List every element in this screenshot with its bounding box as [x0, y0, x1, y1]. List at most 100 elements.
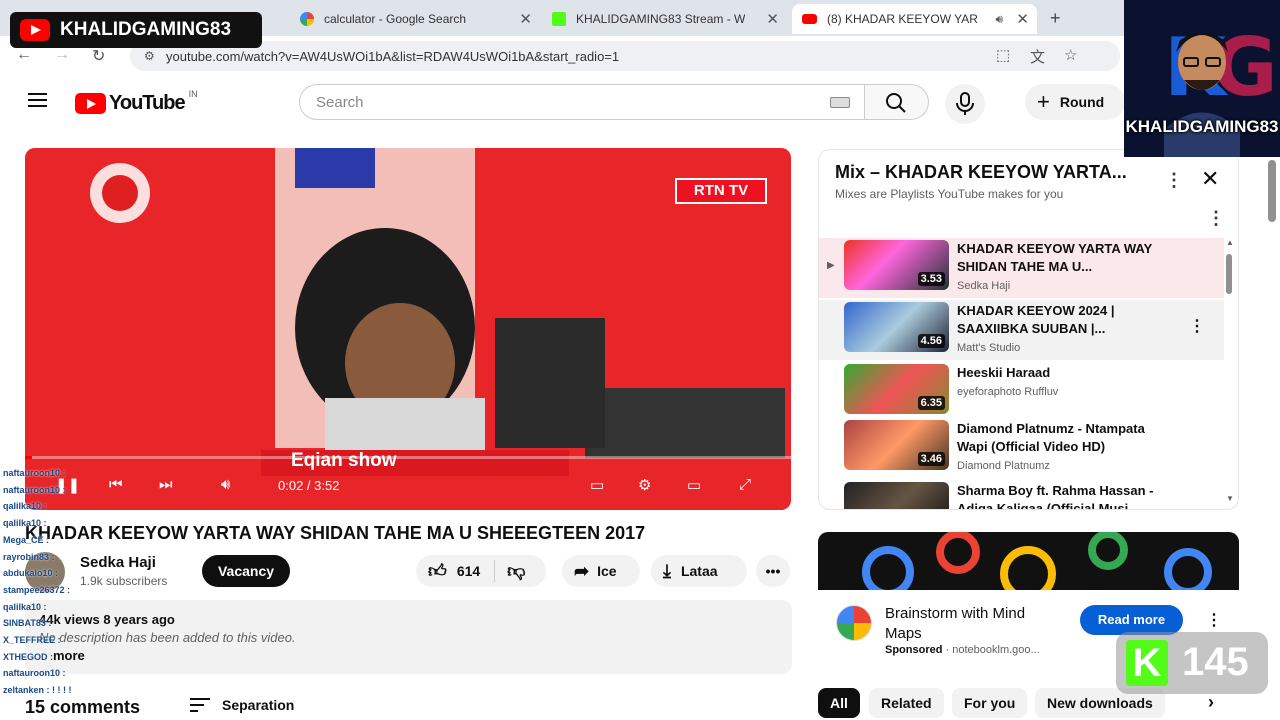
playlist-subtitle: Mixes are Playlists YouTube makes for yo… — [835, 187, 1064, 201]
speaker-icon[interactable]: 🔊︎ — [995, 12, 1003, 27]
microphone-icon — [956, 92, 974, 115]
back-icon[interactable]: ← — [16, 46, 32, 64]
chat-message: Mega_CE : — [3, 534, 50, 545]
playlist-item[interactable]: ▶ 3.53 KHADAR KEEYOW YARTA WAY SHIDAN TA… — [819, 238, 1224, 298]
country-code: IN — [188, 88, 198, 99]
stream-channel-overlay: KHALIDGAMING83 — [10, 12, 262, 48]
chip-related[interactable]: Related — [869, 688, 944, 718]
youtube-logo[interactable]: YouTube IN — [75, 88, 198, 115]
playlist-item[interactable]: 3.46 Diamond Platnumz - Ntampata Wapi (O… — [819, 418, 1224, 478]
duration: 6.35 — [917, 396, 945, 410]
read-more-button[interactable]: Read more — [1080, 605, 1183, 635]
chat-message: naftauroon10 : — [3, 668, 66, 679]
playlist-options-icon[interactable]: ⋮ — [1207, 208, 1225, 229]
ad-menu-icon[interactable]: ⋮ — [1206, 610, 1222, 630]
chat-message: qalilka10 : — [3, 501, 47, 512]
ad-banner-image[interactable] — [818, 532, 1239, 590]
download-label: Lataa — [680, 563, 718, 579]
item-menu-icon[interactable]: ⋮ — [1189, 316, 1205, 336]
dislike-icon[interactable]: 👎︎ — [507, 560, 525, 582]
chat-message: naftauroon10 : — [3, 468, 66, 478]
more-horizontal-icon: ••• — [765, 563, 781, 579]
like-dislike-group: 👍︎ 614 👎︎ — [416, 555, 546, 587]
search-button[interactable] — [865, 84, 929, 120]
tab-youtube-active[interactable]: (8) KHADAR KEEYOW YARTA 🔊︎ ✕ — [792, 4, 1037, 34]
url-text: youtube.com/watch?v=AW4UsWOi1bA&list=RDA… — [166, 48, 620, 64]
playlist-item-channel: Diamond Platnumz — [957, 460, 1050, 472]
chat-message: zeltanken : ! ! ! ! — [3, 685, 72, 696]
now-playing-icon: ▶ — [827, 260, 835, 271]
divider — [494, 560, 496, 582]
tab-google-search[interactable]: calculator - Google Search ✕ — [290, 4, 540, 34]
playlist-menu-icon[interactable]: ⋮ — [1165, 170, 1183, 191]
share-label: Ice — [597, 563, 617, 579]
advertiser-logo[interactable] — [836, 605, 872, 641]
more-actions-button[interactable]: ••• — [756, 555, 790, 587]
tab-kick-stream[interactable]: KHALIDGAMING83 Stream - W ✕ — [542, 4, 787, 34]
download-button[interactable]: ⤓ Lataa — [651, 555, 747, 587]
playlist-item-title: Diamond Platnumz - Ntampata Wapi (Offici… — [957, 421, 1145, 454]
chevron-right-icon[interactable]: › — [1208, 692, 1214, 713]
ad-title[interactable]: Brainstorm with Mind Maps — [885, 604, 1065, 644]
omnibox[interactable]: ⚙︎ youtube.com/watch?v=AW4UsWOi1bA&list=… — [130, 41, 1120, 71]
google-icon — [300, 12, 314, 26]
scroll-thumb[interactable] — [1268, 160, 1276, 222]
close-tab-icon[interactable]: ✕ — [1016, 10, 1029, 28]
search-icon — [886, 93, 906, 113]
search-input[interactable]: Search — [299, 84, 865, 120]
reload-icon[interactable]: ↻ — [92, 46, 105, 66]
menu-icon[interactable] — [28, 93, 47, 107]
page-scrollbar[interactable] — [1268, 160, 1276, 720]
playlist-scrollbar[interactable]: ▲ ▼ — [1226, 238, 1234, 503]
playlist-item[interactable]: 6.35 Heeskii Haraad eyeforaphoto Ruffluv — [819, 362, 1224, 422]
scroll-thumb[interactable] — [1226, 254, 1232, 294]
share-button[interactable]: ➦ Ice — [562, 555, 640, 587]
install-icon[interactable]: ⬚ — [996, 46, 1010, 64]
settings-icon[interactable]: ⚙︎ — [638, 476, 651, 494]
chat-message: XTHEGOD : — [3, 651, 54, 662]
chip-all[interactable]: All — [818, 688, 860, 718]
close-icon[interactable]: ✕ — [1201, 166, 1219, 192]
thumbnail: 6.35 — [844, 364, 949, 414]
playlist-title[interactable]: Mix – KHADAR KEEYOW YARTA... — [835, 162, 1135, 183]
search-placeholder: Search — [316, 93, 364, 111]
chat-message: SINBAT83 : — [3, 618, 52, 629]
thumbnail: 3.53 — [844, 240, 949, 290]
like-count[interactable]: 614 — [457, 563, 480, 579]
logo-wordmark: YouTube — [109, 92, 186, 114]
chat-message: X_TEFFREE : — [3, 635, 61, 645]
ad-domain: notebooklm.goo... — [952, 644, 1040, 656]
sponsored-label: Sponsored — [885, 644, 943, 656]
keyboard-icon[interactable] — [830, 97, 850, 108]
bookmark-star-icon[interactable]: ☆ — [1064, 46, 1077, 64]
new-tab-button[interactable]: + — [1050, 8, 1061, 29]
translate-icon[interactable]: 文 — [1030, 46, 1045, 67]
subtitles-icon[interactable]: ▭ — [590, 476, 604, 494]
fullscreen-icon[interactable]: ⤢ — [739, 476, 751, 493]
scroll-up-icon[interactable]: ▲ — [1226, 238, 1234, 247]
playlist-item[interactable]: 4.56 KHADAR KEEYOW 2024 | SAAXIIBKA SUUB… — [819, 300, 1224, 360]
thumbnail — [844, 482, 949, 509]
chip-for-you[interactable]: For you — [952, 688, 1028, 718]
video-player[interactable]: RTN TV Eqian show ❚❚ ⏮︎ ⏭︎ 🔊︎ 0:02 / 3:5… — [25, 148, 791, 510]
progress-bar[interactable] — [25, 456, 791, 459]
chat-message: abdukalo10 : — [3, 568, 59, 579]
close-tab-icon[interactable]: ✕ — [766, 10, 779, 28]
youtube-icon — [802, 14, 817, 24]
scroll-down-icon[interactable]: ▼ — [1226, 494, 1234, 503]
youtube-header: YouTube IN Search + Round — [0, 76, 1280, 128]
forward-icon[interactable]: → — [54, 46, 70, 64]
voice-search-button[interactable] — [945, 84, 985, 124]
close-tab-icon[interactable]: ✕ — [519, 10, 532, 28]
channel-bug: RTN TV — [675, 178, 767, 204]
playlist-item-channel: Matt's Studio — [957, 342, 1021, 354]
like-icon[interactable]: 👍︎ — [428, 560, 447, 582]
theater-mode-icon[interactable]: ▭ — [687, 476, 701, 494]
kick-icon — [552, 12, 566, 26]
site-info-icon[interactable]: ⚙︎ — [144, 49, 158, 63]
playlist-item-title: Sharma Boy ft. Rahma Hassan - Adiga Kali… — [957, 483, 1154, 510]
create-button[interactable]: + Round — [1025, 84, 1125, 120]
thumbnail: 3.46 — [844, 420, 949, 470]
playlist-item-channel: Sedka Haji — [957, 280, 1011, 292]
playlist-item[interactable]: Sharma Boy ft. Rahma Hassan - Adiga Kali… — [819, 480, 1224, 510]
